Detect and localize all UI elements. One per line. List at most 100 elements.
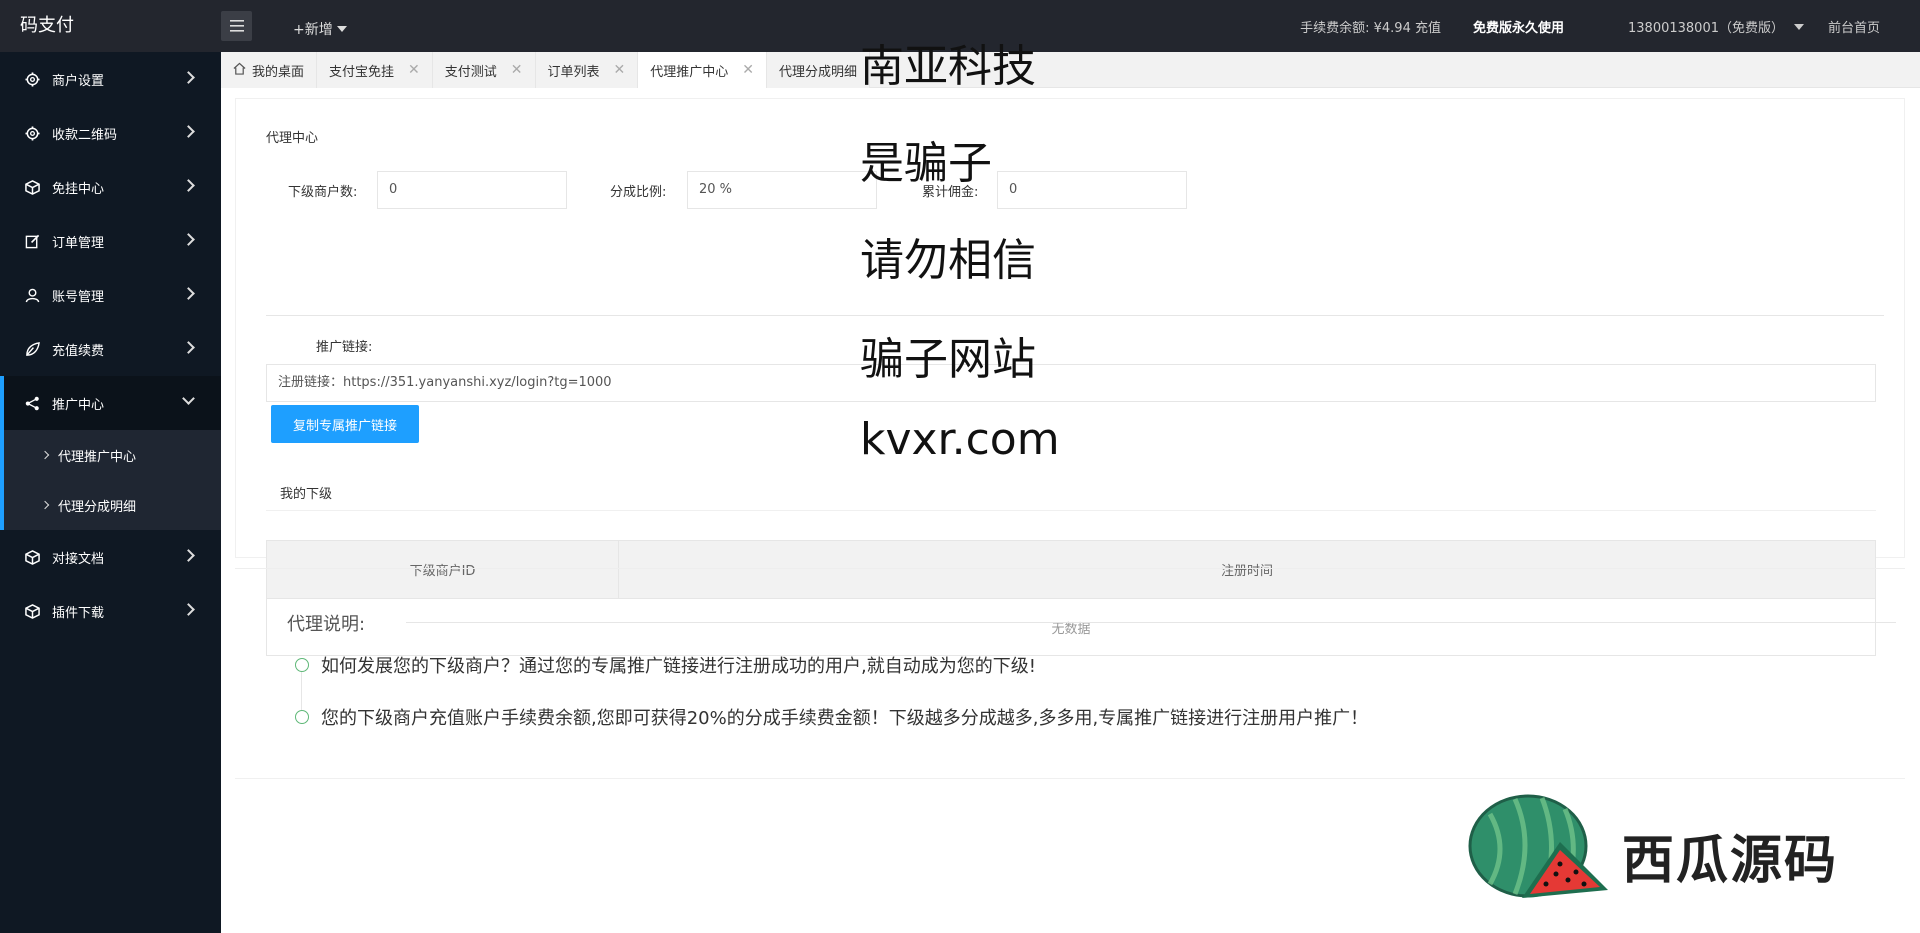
sidebar-item-qrcode[interactable]: 收款二维码 (0, 106, 221, 160)
sidebar-item-free-center[interactable]: 免挂中心 (0, 160, 221, 214)
tab-label: 支付宝免挂 (329, 64, 395, 80)
overlay-line: 南亚科技 (860, 41, 1036, 92)
column-header-time[interactable]: 注册时间 (619, 541, 1875, 598)
chevron-right-icon (182, 287, 195, 300)
sidebar-item-label: 推广中心 (52, 397, 105, 413)
my-sub-title: 我的下级 (280, 487, 333, 502)
sidebar-item-plugins[interactable]: 插件下载 (0, 584, 221, 638)
chevron-right-icon (182, 233, 195, 246)
chevron-right-icon (40, 450, 50, 460)
gear-icon (24, 71, 40, 87)
cube-icon (24, 603, 40, 619)
user-label: 13800138001（免费版） (1628, 20, 1784, 36)
sidebar-item-label: 免挂中心 (52, 181, 105, 197)
chevron-right-icon (182, 549, 195, 562)
circle-icon (295, 658, 309, 672)
cube-icon (24, 179, 40, 195)
frontpage-link[interactable]: 前台首页 (1828, 17, 1880, 36)
sidebar-item-orders[interactable]: 订单管理 (0, 214, 221, 268)
divider (235, 778, 1905, 779)
tab-agent-center[interactable]: 代理推广中心 ✕ (638, 52, 768, 88)
free-version-link[interactable]: 免费版永久使用 (1473, 17, 1564, 36)
timeline-item: 如何发展您的下级商户？通过您的专属推广链接进行注册成功的用户,就自动成为您的下级… (295, 652, 1036, 678)
cube-icon (24, 549, 40, 565)
app-logo[interactable]: 码支付 (20, 0, 74, 52)
sidebar-item-label: 商户设置 (52, 73, 105, 89)
sub-count-field[interactable]: 0 (377, 171, 567, 209)
sidebar-item-accounts[interactable]: 账号管理 (0, 268, 221, 322)
gear-icon (24, 125, 40, 141)
menu-toggle-button[interactable] (221, 11, 252, 41)
overlay-line: 请勿相信 (860, 235, 1036, 286)
brand-watermark: 西瓜源码 (1460, 794, 1880, 904)
sidebar-item-label: 订单管理 (52, 235, 105, 251)
sub-count-label: 下级商户数: (288, 185, 358, 200)
table-header: 下级商户ID 注册时间 (267, 541, 1875, 599)
sidebar-item-docs[interactable]: 对接文档 (0, 530, 221, 584)
sidebar-subitem-agent-center[interactable]: 代理推广中心 (0, 430, 221, 480)
sidebar-item-recharge[interactable]: 充值续费 (0, 322, 221, 376)
panel-title: 代理中心 (266, 131, 319, 146)
tab-label: 代理分成明细 (779, 64, 858, 80)
overlay-line: 骗子网站 (860, 334, 1036, 385)
chevron-down-icon (182, 392, 195, 405)
balance-link[interactable]: 手续费余额: ¥4.94 充值 (1300, 17, 1441, 36)
sub-merchant-table: 下级商户ID 注册时间 无数据 (266, 540, 1876, 656)
overlay-line: kvxr.com (860, 414, 1060, 465)
header-right: 手续费余额: ¥4.94 充值 免费版永久使用 13800138001（免费版）… (1300, 0, 1880, 52)
sidebar-item-label: 收款二维码 (52, 127, 118, 143)
home-icon (233, 62, 246, 79)
chevron-right-icon (40, 500, 50, 510)
ratio-label: 分成比例: (610, 185, 667, 200)
circle-icon (295, 710, 309, 724)
copy-link-button[interactable]: 复制专属推广链接 (271, 405, 419, 443)
timeline-item: 您的下级商户充值账户手续费余额,您即可获得20%的分成手续费金额！下级越多分成越… (295, 704, 1368, 730)
close-icon[interactable]: ✕ (408, 62, 420, 78)
close-icon[interactable]: ✕ (614, 62, 626, 78)
user-menu[interactable]: 13800138001（免费版） (1606, 17, 1804, 36)
close-icon[interactable]: ✕ (511, 62, 523, 78)
tab-label: 我的桌面 (252, 64, 305, 80)
sidebar-item-label: 插件下载 (52, 605, 105, 621)
leaf-icon (24, 341, 40, 357)
new-label: +新增 (293, 22, 333, 38)
close-icon[interactable]: ✕ (742, 62, 754, 78)
user-icon (24, 287, 40, 303)
agent-explanation: 代理说明: 如何发展您的下级商户？通过您的专属推广链接进行注册成功的用户,就自动… (251, 608, 1896, 729)
tab-pay-test[interactable]: 支付测试 ✕ (432, 52, 536, 88)
explain-title: 代理说明: (287, 614, 366, 635)
chevron-right-icon (182, 603, 195, 616)
sidebar-subitem-label: 代理推广中心 (58, 449, 137, 465)
share-icon (24, 395, 40, 411)
sidebar-item-label: 对接文档 (52, 551, 105, 567)
column-header-id[interactable]: 下级商户ID (267, 541, 619, 598)
new-dropdown-button[interactable]: +新增 (293, 0, 347, 52)
tab-agent-commission[interactable]: 代理分成明细 (767, 52, 871, 88)
sidebar-subitem-agent-commission[interactable]: 代理分成明细 (0, 480, 221, 530)
watermelon-icon (1468, 794, 1608, 898)
tab-my-desktop[interactable]: 我的桌面 (221, 52, 318, 88)
sidebar-item-merchant-settings[interactable]: 商户设置 (0, 52, 221, 106)
tab-label: 订单列表 (547, 64, 600, 80)
timeline-text: 您的下级商户充值账户手续费余额,您即可获得20%的分成手续费金额！下级越多分成越… (321, 708, 1369, 729)
sidebar-item-label: 账号管理 (52, 289, 105, 305)
sidebar-item-label: 充值续费 (52, 343, 105, 359)
chevron-right-icon (182, 179, 195, 192)
sidebar: 商户设置 收款二维码 免挂中心 订单管理 账号管理 充值续费 推广中心 代理推广… (0, 52, 221, 933)
chevron-right-icon (182, 71, 195, 84)
chevron-right-icon (182, 341, 195, 354)
my-sub-header: 我的下级 (266, 471, 1876, 511)
sidebar-subitem-label: 代理分成明细 (58, 499, 137, 515)
tab-order-list[interactable]: 订单列表 ✕ (535, 52, 639, 88)
promo-link-label: 推广链接: (316, 340, 373, 355)
chevron-right-icon (182, 125, 195, 138)
sidebar-item-promotion[interactable]: 推广中心 (0, 376, 221, 430)
tab-label: 支付测试 (444, 64, 497, 80)
divider (266, 315, 1884, 316)
tab-alipay[interactable]: 支付宝免挂 ✕ (317, 52, 433, 88)
caret-down-icon (1793, 23, 1804, 30)
ratio-field[interactable]: 20 % (687, 171, 877, 209)
timeline-text: 如何发展您的下级商户？通过您的专属推广链接进行注册成功的用户,就自动成为您的下级… (321, 656, 1036, 677)
edit-icon (24, 233, 40, 249)
overlay-line: 是骗子 (860, 138, 992, 189)
